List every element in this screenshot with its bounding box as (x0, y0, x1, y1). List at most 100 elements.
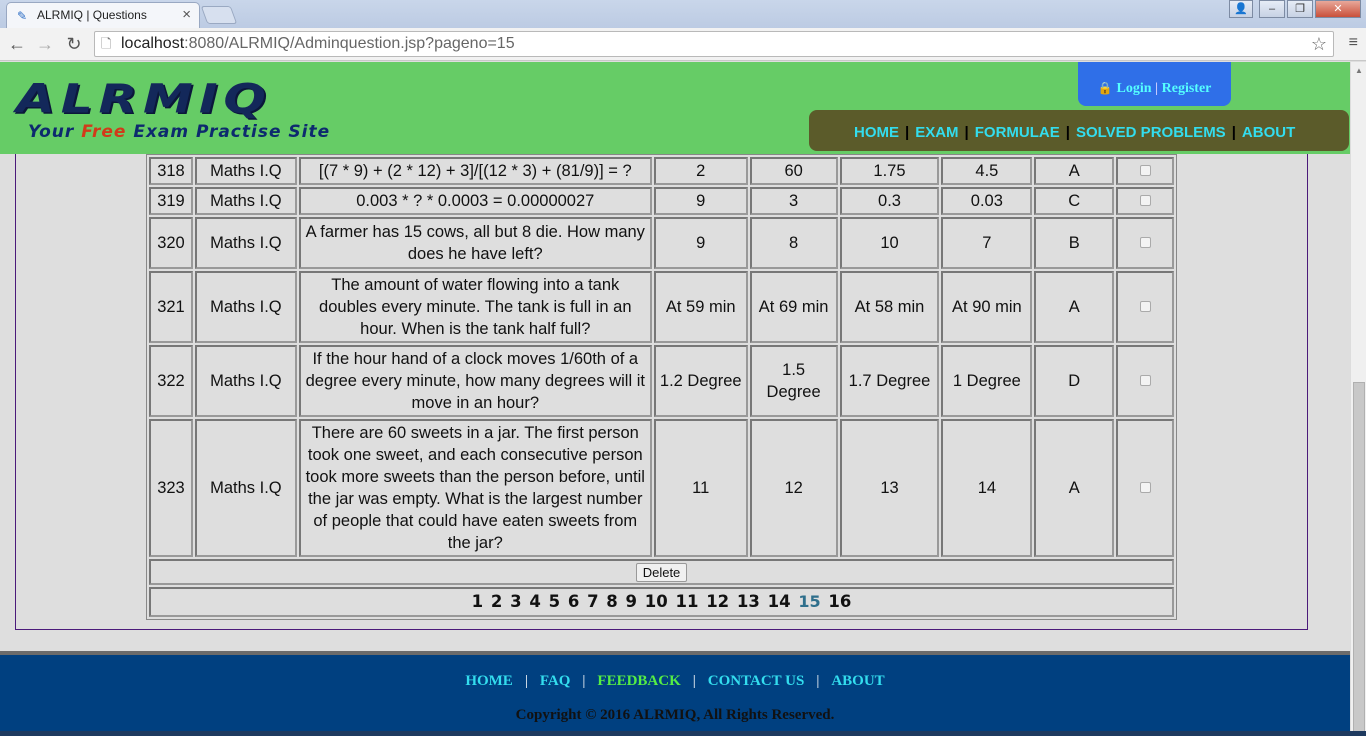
option-a: 9 (653, 217, 748, 269)
question-text: [(7 * 9) + (2 * 12) + 3]/[(12 * 3) + (81… (298, 157, 652, 185)
minimize-icon[interactable]: – (1259, 0, 1285, 18)
option-d: 14 (941, 419, 1033, 557)
question-id: 318 (149, 157, 193, 185)
main-nav: HOME | EXAM | FORMULAE | SOLVED PROBLEMS | ABOUT (809, 110, 1349, 151)
question-category: Maths I.Q (194, 157, 297, 185)
option-c: 13 (839, 419, 940, 557)
select-cell (1116, 271, 1174, 343)
option-b: At 69 min (749, 271, 838, 343)
nav-home[interactable]: HOME (854, 124, 899, 141)
browser-tabstrip: ✎ ALRMIQ | Questions × 👤 – ❐ ✕ (0, 0, 1366, 28)
option-d: 1 Degree (941, 345, 1033, 417)
correct-answer: A (1034, 157, 1115, 185)
site-footer: HOME | FAQ | FEEDBACK | CONTACT US | ABOUT Copyr… (0, 651, 1350, 731)
option-d: 0.03 (941, 187, 1033, 215)
tagline-end: Exam Practise Site (126, 122, 331, 142)
row-checkbox[interactable] (1139, 165, 1151, 176)
bookmark-star-icon[interactable]: ☆ (1311, 32, 1327, 56)
row-checkbox[interactable] (1139, 301, 1151, 312)
row-checkbox[interactable] (1139, 237, 1151, 248)
tagline-free: Free (81, 122, 127, 142)
footer-about-link[interactable]: ABOUT (831, 673, 884, 689)
new-tab-button[interactable] (200, 6, 238, 24)
user-icon[interactable]: 👤 (1229, 0, 1253, 18)
page-link[interactable]: 9 (626, 592, 637, 611)
tab-close-icon[interactable]: × (182, 6, 191, 23)
nav-exam[interactable]: EXAM (915, 124, 958, 141)
page-link[interactable]: 14 (768, 592, 791, 611)
browser-tab[interactable]: ✎ ALRMIQ | Questions × (6, 2, 200, 28)
select-cell (1116, 157, 1174, 185)
page-link[interactable]: 2 (491, 592, 502, 611)
pager-row: 1 2 3 4 5 6 7 8 9 10 11 12 13 14 15 16 (149, 587, 1174, 617)
correct-answer: A (1034, 271, 1115, 343)
page-link[interactable]: 1 (472, 592, 483, 611)
option-a: At 59 min (653, 271, 748, 343)
address-bar[interactable]: 🗋 localhost:8080/ALRMIQ/Adminquestion.js… (94, 31, 1334, 57)
scroll-up-icon[interactable]: ▲ (1351, 62, 1366, 79)
option-c: 10 (839, 217, 940, 269)
page-favicon-icon: ✎ (17, 9, 28, 23)
footer-home-link[interactable]: HOME (465, 673, 513, 689)
page-link[interactable]: 7 (587, 592, 598, 611)
page-link[interactable]: 13 (737, 592, 760, 611)
question-category: Maths I.Q (194, 271, 297, 343)
option-d: At 90 min (941, 271, 1033, 343)
maximize-icon[interactable]: ❐ (1287, 0, 1313, 18)
correct-answer: D (1034, 345, 1115, 417)
forward-icon[interactable]: → (33, 32, 57, 56)
delete-button[interactable]: Delete (635, 563, 688, 582)
page-link[interactable]: 11 (675, 592, 698, 611)
window-close-icon[interactable]: ✕ (1315, 0, 1361, 18)
page-link[interactable]: 5 (549, 592, 560, 611)
back-icon[interactable]: ← (5, 32, 29, 56)
option-c: 0.3 (839, 187, 940, 215)
copyright-text: Copyright © 2016 ALRMIQ, All Rights Rese… (515, 707, 835, 723)
page-link[interactable]: 3 (510, 592, 521, 611)
nav-about[interactable]: ABOUT (1242, 124, 1295, 141)
page-link[interactable]: 6 (568, 592, 579, 611)
footer-feedback-link[interactable]: FEEDBACK (597, 673, 680, 689)
page-scrollbar[interactable]: ▲ (1350, 62, 1366, 736)
register-link[interactable]: Register (1162, 81, 1212, 96)
select-cell (1116, 345, 1174, 417)
site-logo[interactable]: ALRMIQ (16, 79, 272, 119)
table-row: 323 Maths I.Q There are 60 sweets in a j… (149, 419, 1174, 557)
url-host: localhost (121, 35, 185, 52)
current-page: 15 (798, 592, 821, 611)
page-link[interactable]: 8 (606, 592, 617, 611)
question-text: There are 60 sweets in a jar. The first … (298, 419, 652, 557)
browser-menu-icon[interactable]: ≡ (1349, 34, 1358, 52)
question-text: 0.003 * ? * 0.0003 = 0.00000027 (298, 187, 652, 215)
login-box: 🔒 Login | Register (1078, 62, 1231, 106)
table-row: 318 Maths I.Q [(7 * 9) + (2 * 12) + 3]/[… (149, 157, 1174, 185)
nav-formulae[interactable]: FORMULAE (975, 124, 1060, 141)
scroll-thumb[interactable] (1353, 382, 1365, 732)
page-link[interactable]: 10 (645, 592, 668, 611)
login-link[interactable]: Login (1117, 81, 1152, 96)
option-d: 4.5 (941, 157, 1033, 185)
tab-title: ALRMIQ | Questions (37, 8, 147, 22)
row-checkbox[interactable] (1139, 195, 1151, 206)
page-link[interactable]: 16 (828, 592, 851, 611)
option-b: 8 (749, 217, 838, 269)
table-row: 319 Maths I.Q 0.003 * ? * 0.0003 = 0.000… (149, 187, 1174, 215)
option-a: 1.2 Degree (653, 345, 748, 417)
questions-table: 318 Maths I.Q [(7 * 9) + (2 * 12) + 3]/[… (146, 154, 1177, 620)
select-cell (1116, 217, 1174, 269)
correct-answer: C (1034, 187, 1115, 215)
table-row: 321 Maths I.Q The amount of water flowin… (149, 271, 1174, 343)
footer-nav: HOME | FAQ | FEEDBACK | CONTACT US | ABOUT (465, 673, 885, 689)
footer-faq-link[interactable]: FAQ (540, 673, 571, 689)
option-a: 9 (653, 187, 748, 215)
footer-contact-link[interactable]: CONTACT US (708, 673, 805, 689)
lock-icon: 🔒 (1097, 81, 1113, 95)
row-checkbox[interactable] (1139, 482, 1151, 493)
option-c: At 58 min (839, 271, 940, 343)
row-checkbox[interactable] (1139, 375, 1151, 386)
page-link[interactable]: 12 (706, 592, 729, 611)
page-link[interactable]: 4 (529, 592, 540, 611)
question-category: Maths I.Q (194, 345, 297, 417)
nav-solved-problems[interactable]: SOLVED PROBLEMS (1076, 124, 1226, 141)
reload-icon[interactable]: ↻ (62, 32, 86, 56)
